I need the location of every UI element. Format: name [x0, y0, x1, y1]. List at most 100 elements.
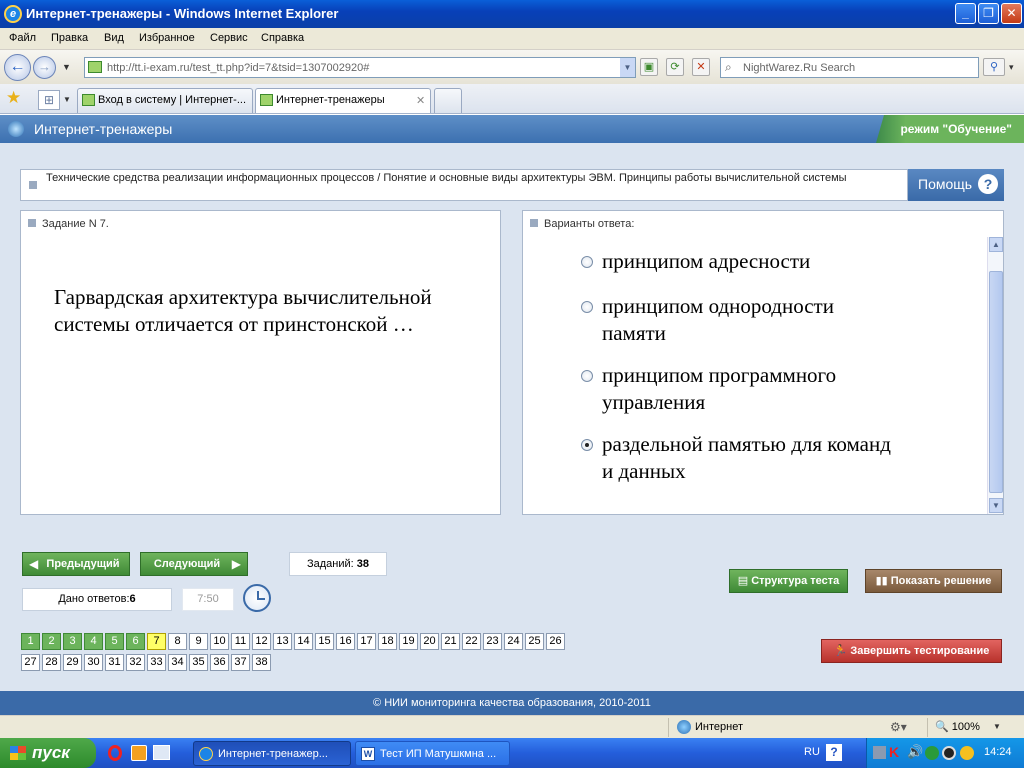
question-number-button[interactable]: 35 — [189, 654, 208, 671]
volume-icon[interactable]: 🔊 — [907, 744, 923, 760]
search-go-icon[interactable]: ⚲ — [983, 58, 1005, 76]
question-number-button[interactable]: 10 — [210, 633, 229, 650]
scroll-thumb[interactable] — [989, 271, 1003, 493]
close-button[interactable]: ✕ — [1001, 3, 1022, 24]
question-number-button[interactable]: 18 — [378, 633, 397, 650]
protected-mode-icon[interactable]: ⚙▾ — [890, 720, 907, 734]
address-field[interactable]: http://tt.i-exam.ru/test_tt.php?id=7&tsi… — [84, 57, 636, 78]
question-number-button[interactable]: 38 — [252, 654, 271, 671]
menu-view[interactable]: Вид — [104, 32, 124, 44]
question-number-button[interactable]: 9 — [189, 633, 208, 650]
finish-test-button[interactable]: 🏃 Завершить тестирование — [821, 639, 1002, 663]
radio-button[interactable] — [581, 370, 593, 382]
question-number-button[interactable]: 33 — [147, 654, 166, 671]
new-tab-button[interactable] — [434, 88, 462, 113]
question-number-button[interactable]: 36 — [210, 654, 229, 671]
question-number-button[interactable]: 37 — [231, 654, 250, 671]
stop-icon[interactable]: ✕ — [692, 58, 710, 76]
back-arrow-icon[interactable]: ← — [4, 54, 31, 81]
search-options-icon[interactable]: ▾ — [1009, 62, 1014, 73]
tab-list-icon[interactable]: ▼ — [63, 95, 71, 104]
search-box[interactable]: ⌕ NightWarez.Ru Search — [720, 57, 979, 78]
tab-trainers[interactable]: Интернет-тренажеры ✕ — [255, 88, 431, 113]
answer-option-label: принципом программного управления — [602, 363, 837, 414]
refresh-icon[interactable]: ⟳ — [666, 58, 684, 76]
zoom-dropdown-icon[interactable]: ▼ — [993, 722, 1001, 731]
question-number-button[interactable]: 11 — [231, 633, 250, 650]
question-number-button[interactable]: 25 — [525, 633, 544, 650]
question-number-button[interactable]: 34 — [168, 654, 187, 671]
question-number-button[interactable]: 5 — [105, 633, 124, 650]
mode-badge: режим "Обучение" — [876, 115, 1024, 143]
test-structure-button[interactable]: ▤ Структура теста — [729, 569, 848, 593]
radio-button[interactable] — [581, 301, 593, 313]
tray-app-icon[interactable] — [925, 746, 939, 760]
taskbar-item-ie[interactable]: Интернет-тренажер... — [193, 741, 351, 766]
scroll-down-icon[interactable]: ▼ — [989, 498, 1003, 513]
start-button[interactable]: пуск — [0, 738, 96, 768]
app-launcher-icon[interactable] — [131, 745, 147, 761]
compatibility-icon[interactable]: ▣ — [640, 58, 658, 76]
question-number-button[interactable]: 1 — [21, 633, 40, 650]
address-dropdown-icon[interactable]: ▼ — [620, 58, 635, 77]
question-number-button[interactable]: 3 — [63, 633, 82, 650]
tab-close-icon[interactable]: ✕ — [416, 94, 425, 107]
question-number-button[interactable]: 31 — [105, 654, 124, 671]
network-icon[interactable] — [873, 746, 886, 759]
question-number-button[interactable]: 2 — [42, 633, 61, 650]
show-solution-button[interactable]: ▮▮ Показать решение — [865, 569, 1002, 593]
question-number-button[interactable]: 24 — [504, 633, 523, 650]
radio-button[interactable] — [581, 256, 593, 268]
question-number-button[interactable]: 22 — [462, 633, 481, 650]
language-indicator[interactable]: RU — [804, 746, 820, 758]
question-number-button[interactable]: 29 — [63, 654, 82, 671]
question-number-button[interactable]: 6 — [126, 633, 145, 650]
radio-button-selected[interactable] — [581, 439, 593, 451]
question-number-button[interactable]: 16 — [336, 633, 355, 650]
next-button[interactable]: Следующий ▶ — [140, 552, 248, 576]
show-desktop-icon[interactable] — [153, 745, 170, 760]
history-dropdown-icon[interactable]: ▼ — [62, 62, 71, 72]
quick-tabs-icon[interactable]: ⊞ — [38, 90, 60, 110]
help-question-icon: ? — [978, 174, 998, 194]
antivirus-icon[interactable]: K — [889, 744, 899, 760]
question-number-button[interactable]: 12 — [252, 633, 271, 650]
scroll-up-icon[interactable]: ▲ — [989, 237, 1003, 252]
maximize-button[interactable]: ❐ — [978, 3, 999, 24]
favorites-star-icon[interactable]: ★ — [6, 88, 21, 108]
question-number-button[interactable]: 30 — [84, 654, 103, 671]
tab-login[interactable]: Вход в систему | Интернет-... — [77, 88, 253, 113]
question-number-button[interactable]: 13 — [273, 633, 292, 650]
opera-icon[interactable] — [108, 745, 122, 761]
question-number-button[interactable]: 7 — [147, 633, 166, 650]
help-button[interactable]: Помощь ? — [908, 169, 1004, 201]
question-number-button[interactable]: 17 — [357, 633, 376, 650]
question-number-button[interactable]: 8 — [168, 633, 187, 650]
forward-arrow-icon[interactable]: → — [33, 56, 56, 79]
media-icon[interactable] — [942, 746, 956, 760]
zoom-level[interactable]: 🔍 100% — [935, 720, 980, 733]
minimize-button[interactable]: _ — [955, 3, 976, 24]
menu-help[interactable]: Справка — [261, 32, 304, 44]
question-number-button[interactable]: 19 — [399, 633, 418, 650]
question-number-button[interactable]: 32 — [126, 654, 145, 671]
previous-button[interactable]: ◀ Предыдущий — [22, 552, 130, 576]
menu-file[interactable]: Файл — [9, 32, 36, 44]
menu-edit[interactable]: Правка — [51, 32, 88, 44]
taskbar-item-word[interactable]: W Тест ИП Матушкмна ... — [355, 741, 510, 766]
windows-flag-icon — [10, 746, 26, 760]
question-number-button[interactable]: 27 — [21, 654, 40, 671]
tray-app-icon[interactable] — [960, 746, 974, 760]
question-number-button[interactable]: 28 — [42, 654, 61, 671]
question-number-button[interactable]: 20 — [420, 633, 439, 650]
answers-scrollbar[interactable]: ▲ ▼ — [987, 237, 1003, 514]
question-number-button[interactable]: 14 — [294, 633, 313, 650]
question-number-button[interactable]: 4 — [84, 633, 103, 650]
question-number-button[interactable]: 15 — [315, 633, 334, 650]
question-number-button[interactable]: 23 — [483, 633, 502, 650]
question-number-button[interactable]: 26 — [546, 633, 565, 650]
menu-tools[interactable]: Сервис — [210, 32, 248, 44]
question-number-button[interactable]: 21 — [441, 633, 460, 650]
menu-favorites[interactable]: Избранное — [139, 32, 195, 44]
help-tray-icon[interactable]: ? — [826, 744, 842, 761]
